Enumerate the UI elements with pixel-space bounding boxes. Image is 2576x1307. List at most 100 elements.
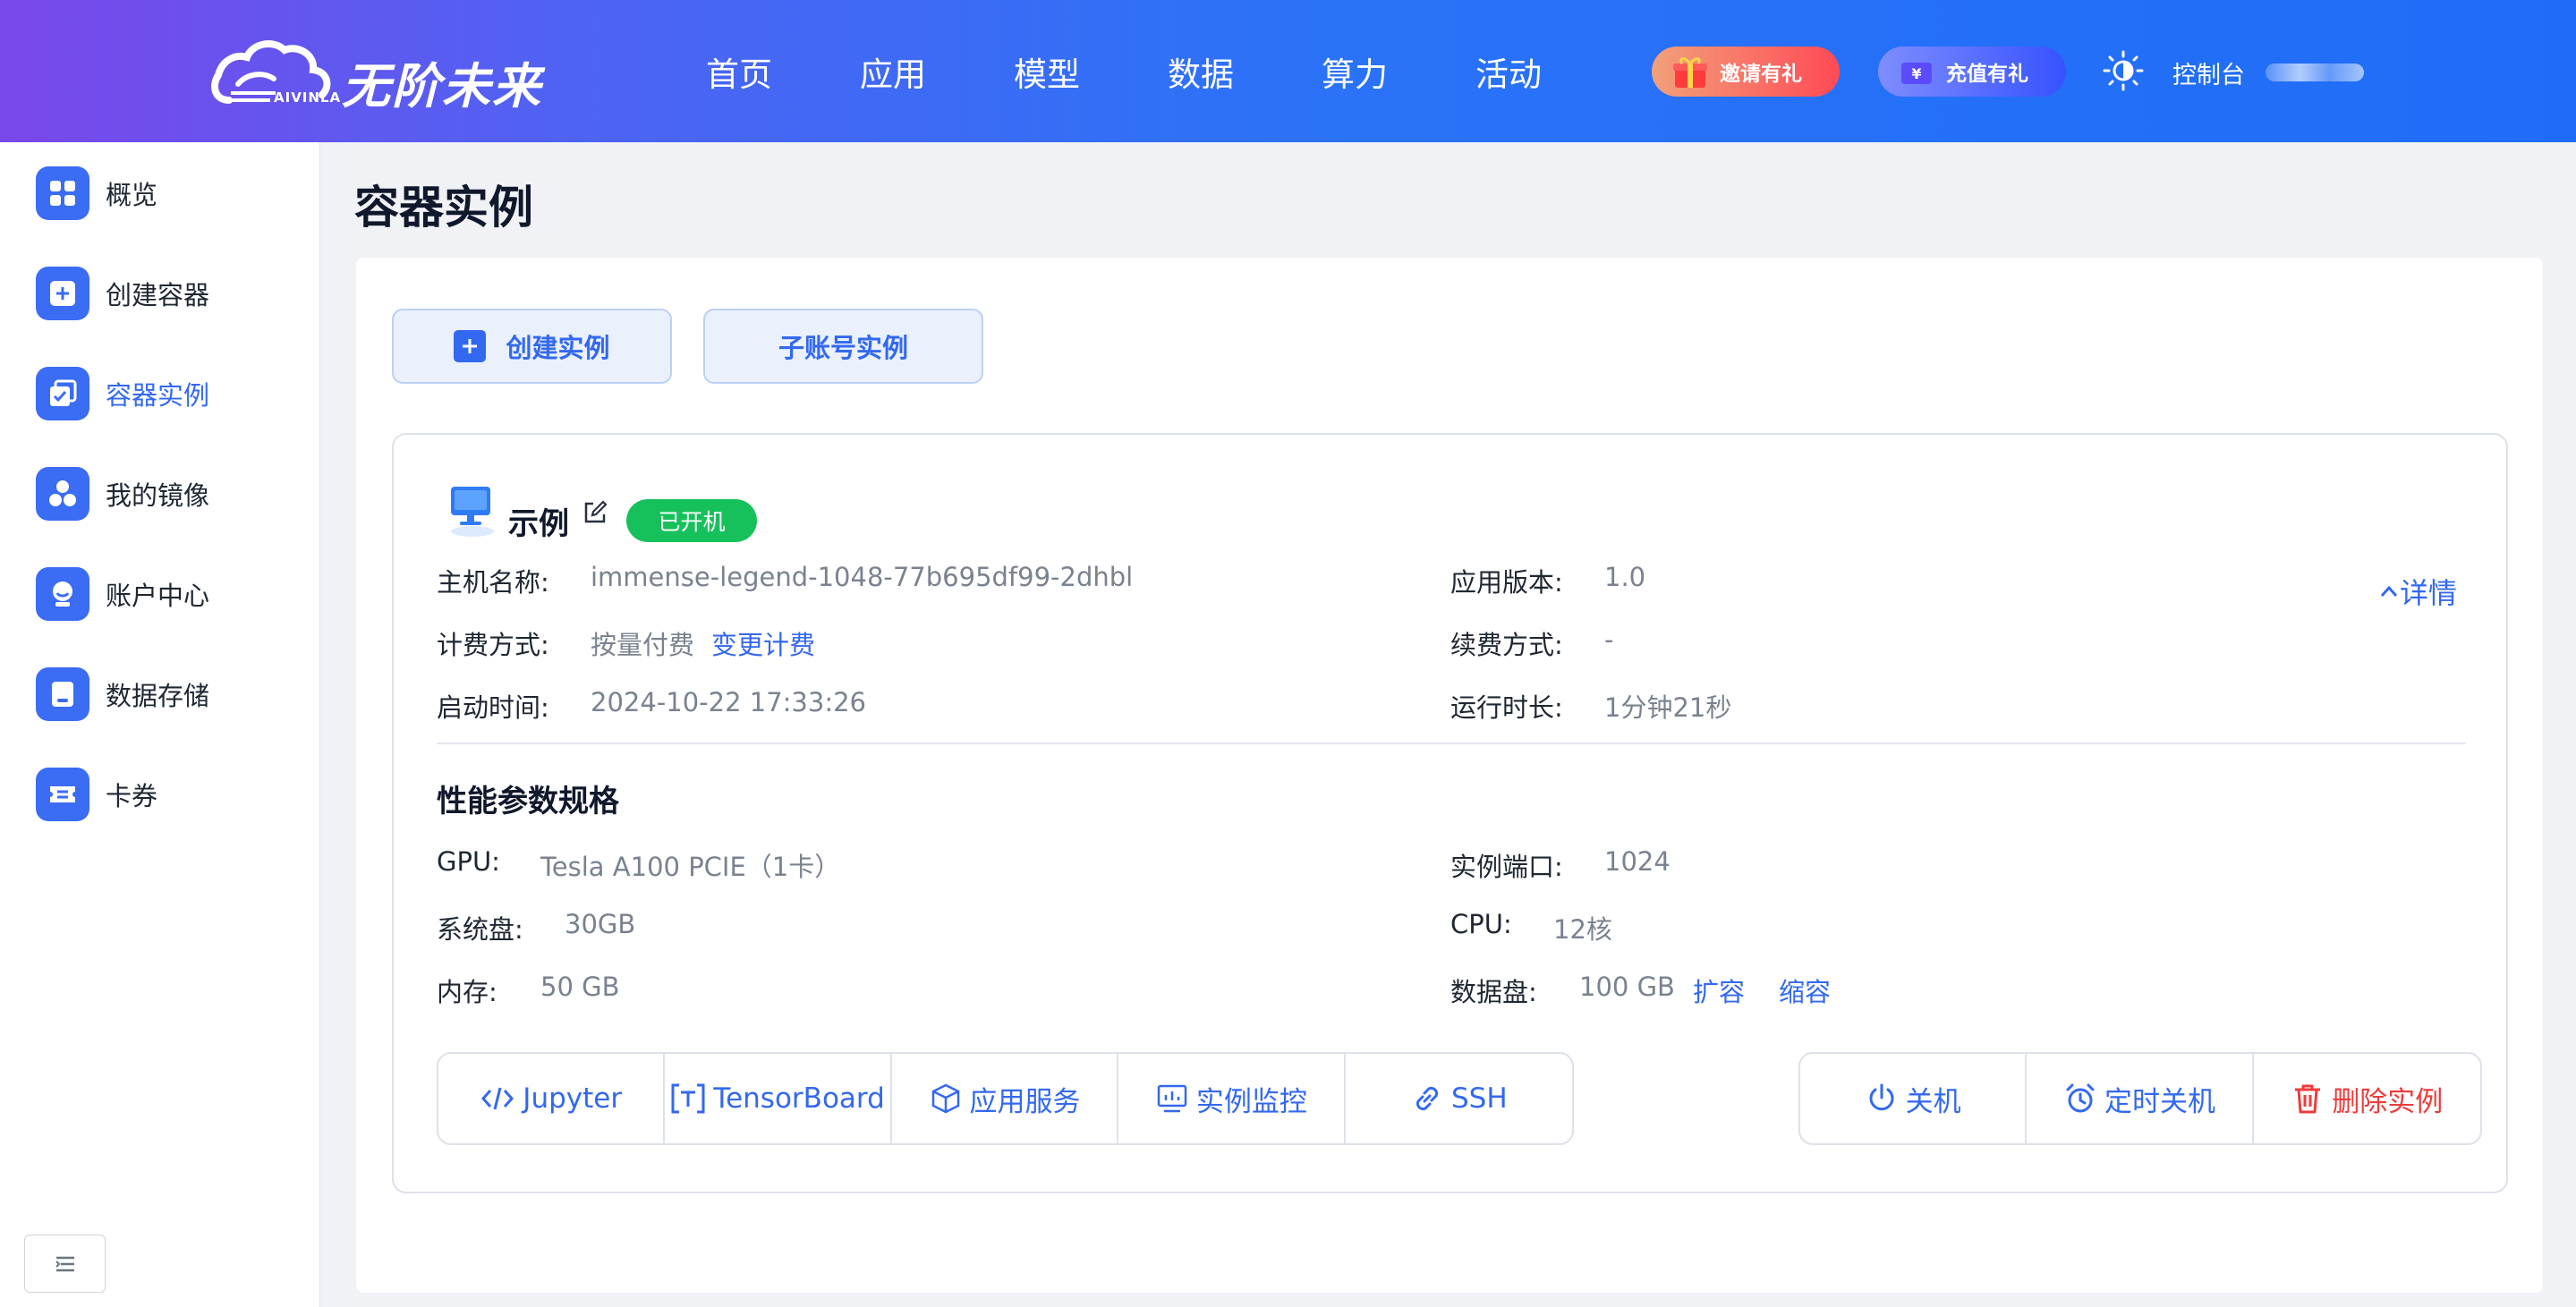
app-service-button[interactable]: 应用服务 — [892, 1054, 1119, 1143]
tensorboard-label: TensorBoard — [713, 1082, 885, 1115]
app-version-label: 应用版本: — [1450, 567, 1563, 598]
nav-data[interactable]: 数据 — [1124, 0, 1278, 142]
logo[interactable]: AIVINLA 无阶未来 — [211, 34, 587, 115]
top-header: AIVINLA 无阶未来 首页 应用 模型 数据 算力 活动 邀请有礼 ¥ 充值… — [0, 0, 2576, 142]
status-badge: 已开机 — [626, 499, 757, 542]
power-icon — [1869, 1083, 1894, 1111]
code-icon — [481, 1087, 514, 1110]
sidebar-item-coupons[interactable]: 卡券 — [36, 768, 295, 821]
recharge-label: 充值有礼 — [1946, 63, 2028, 86]
sidebar-item-container-instances[interactable]: 容器实例 — [36, 367, 295, 420]
renew-label: 续费方式: — [1450, 630, 1563, 660]
container-icon — [36, 367, 89, 420]
renew-value: - — [1604, 624, 1614, 655]
tensorboard-icon — [671, 1083, 705, 1114]
system-disk-label: 系统盘: — [437, 914, 523, 945]
link-icon — [1416, 1086, 1439, 1111]
sub-account-instances-button[interactable]: 子账号实例 — [703, 309, 983, 384]
ssh-label: SSH — [1450, 1082, 1508, 1115]
coupon-icon: ¥ — [1901, 63, 1932, 84]
plus-square-icon — [36, 267, 89, 320]
hostname-label: 主机名称: — [437, 567, 549, 598]
shutdown-button[interactable]: 关机 — [1800, 1054, 2028, 1143]
instance-monitor-label: 实例监控 — [1195, 1085, 1307, 1118]
runtime-value: 1分钟21秒 — [1604, 692, 1732, 723]
instance-name: 示例 — [508, 506, 569, 542]
sidebar-item-create-container[interactable]: 创建容器 — [36, 267, 295, 320]
expand-link[interactable]: 扩容 — [1693, 972, 1745, 1009]
spec-section-title: 性能参数规格 — [437, 784, 619, 819]
billing-value: 按量付费 — [591, 630, 695, 660]
instance-monitor-button[interactable]: 实例监控 — [1118, 1054, 1346, 1143]
trash-icon — [2295, 1084, 2321, 1114]
tensorboard-button[interactable]: TensorBoard — [665, 1054, 892, 1143]
power-button-group: 关机 定时关机 删除实例 — [1798, 1052, 2482, 1145]
main-nav: 首页 应用 模型 数据 算力 活动 — [662, 0, 1586, 142]
theme-toggle-icon[interactable] — [2102, 49, 2145, 92]
sidebar-item-label: 卡券 — [106, 781, 158, 811]
logo-text: 无阶未来 — [342, 58, 542, 115]
shrink-link[interactable]: 缩容 — [1779, 972, 1831, 1009]
data-disk-value: 100 GB — [1579, 972, 1675, 1002]
instance-port-label: 实例端口: — [1450, 852, 1563, 882]
page-title: 容器实例 — [354, 182, 533, 233]
cpu-label: CPU: — [1450, 909, 1512, 939]
jupyter-button[interactable]: Jupyter — [438, 1054, 666, 1143]
console-link[interactable]: 控制台 — [2172, 55, 2245, 90]
shutdown-label: 关机 — [1905, 1085, 1961, 1118]
cpu-value: 12核 — [1553, 914, 1612, 945]
jupyter-label: Jupyter — [523, 1082, 623, 1115]
timed-shutdown-button[interactable]: 定时关机 — [2027, 1054, 2254, 1143]
nav-home[interactable]: 首页 — [662, 0, 816, 142]
sidebar-item-label: 账户中心 — [106, 581, 210, 611]
instance-card: 示例 已开机 详情 主机名称: immense-legend-1048-77b6… — [392, 433, 2508, 1193]
grid-icon — [36, 166, 89, 220]
monitor-icon — [451, 487, 494, 537]
ssh-button[interactable]: SSH — [1346, 1054, 1572, 1143]
start-time-label: 启动时间: — [437, 692, 549, 723]
memory-label: 内存: — [437, 977, 497, 1007]
invite-button[interactable]: 邀请有礼 — [1652, 47, 1840, 97]
user-icon — [36, 567, 89, 621]
edit-icon[interactable] — [582, 499, 608, 526]
memory-value: 50 GB — [540, 972, 620, 1002]
app-version-value: 1.0 — [1604, 562, 1646, 592]
cubes-icon — [36, 467, 89, 521]
sidebar-collapse-button[interactable] — [24, 1235, 106, 1293]
divider — [437, 743, 2466, 744]
nav-compute[interactable]: 算力 — [1278, 0, 1432, 142]
sidebar-item-overview[interactable]: 概览 — [36, 166, 295, 220]
change-billing-link[interactable]: 变更计费 — [711, 624, 815, 662]
delete-instance-label: 删除实例 — [2332, 1085, 2444, 1118]
sidebar-item-my-images[interactable]: 我的镜像 — [36, 467, 295, 521]
svg-text:¥: ¥ — [1911, 65, 1921, 82]
cube-icon — [931, 1083, 959, 1114]
app-service-label: 应用服务 — [969, 1085, 1081, 1118]
invite-label: 邀请有礼 — [1720, 63, 1802, 86]
sidebar-item-account-center[interactable]: 账户中心 — [36, 567, 295, 621]
user-avatar[interactable] — [2266, 64, 2364, 81]
data-disk-label: 数据盘: — [1450, 977, 1537, 1007]
gift-icon — [1673, 57, 1707, 88]
timed-shutdown-label: 定时关机 — [2104, 1085, 2215, 1118]
recharge-button[interactable]: ¥ 充值有礼 — [1878, 47, 2066, 97]
details-label: 详情 — [2400, 576, 2458, 610]
storage-icon — [36, 667, 89, 721]
start-time-value: 2024-10-22 17:33:26 — [591, 687, 866, 717]
logo-subtitle: AIVINLA — [274, 89, 342, 106]
sidebar-item-data-storage[interactable]: 数据存储 — [36, 667, 295, 721]
ticket-icon — [36, 768, 89, 821]
create-instance-button[interactable]: 创建实例 — [392, 309, 672, 384]
tools-button-group: Jupyter TensorBoard 应用服务 实例监控 SSH — [437, 1052, 1574, 1145]
delete-instance-button[interactable]: 删除实例 — [2254, 1054, 2480, 1143]
gpu-value: Tesla A100 PCIE（1卡） — [540, 852, 841, 882]
plus-icon — [454, 330, 487, 362]
nav-apps[interactable]: 应用 — [816, 0, 970, 142]
sidebar-item-label: 我的镜像 — [106, 480, 210, 511]
details-toggle[interactable]: 详情 — [2378, 571, 2457, 612]
menu-fold-icon — [55, 1256, 74, 1271]
nav-events[interactable]: 活动 — [1432, 0, 1586, 142]
sidebar-item-label: 容器实例 — [106, 380, 210, 411]
instances-card: 创建实例 子账号实例 示例 已开机 详情 主机名称: immense-legen… — [356, 258, 2543, 1293]
nav-models[interactable]: 模型 — [970, 0, 1124, 142]
